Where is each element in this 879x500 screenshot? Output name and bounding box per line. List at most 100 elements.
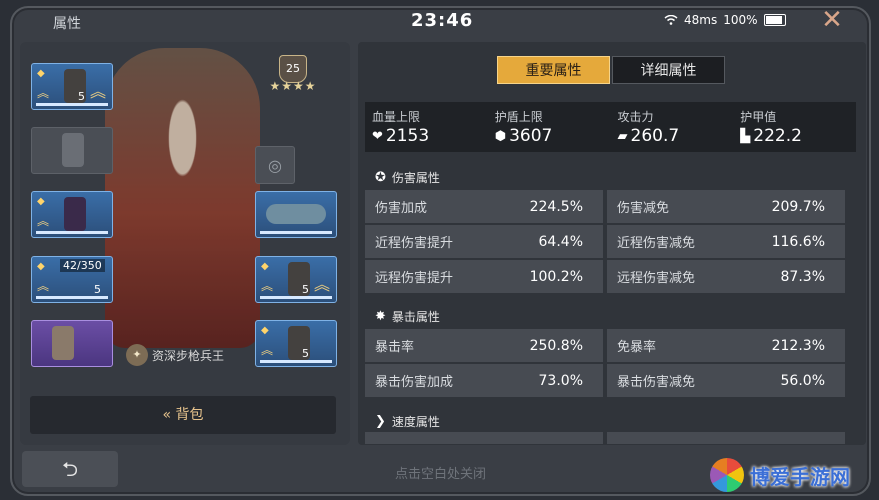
bag-button[interactable]: « 背包 — [30, 396, 336, 434]
stat-value: 73.0% — [538, 372, 583, 389]
gem-icon: ◆ — [261, 325, 269, 336]
stat-label: 血量上限 — [372, 110, 421, 124]
stat-label: 远程伤害提升 — [375, 271, 454, 286]
stat-value: 209.7% — [771, 198, 825, 215]
rank-icon: ✦ — [126, 344, 148, 366]
stat-row: 伤害加成 224.5% 伤害减免 209.7% — [365, 190, 845, 223]
stats-tabs: 重要属性 详细属性 — [497, 56, 725, 84]
equip-slot-weapon[interactable]: ◆ 42/350 ︽ 5 — [31, 256, 113, 303]
stat-value: 2153 — [385, 126, 430, 146]
stat-value: 116.6% — [771, 233, 825, 250]
slot-level: 5 — [302, 283, 309, 296]
close-hint: 点击空白处关闭 — [395, 467, 487, 482]
wifi-icon — [664, 15, 678, 25]
back-button[interactable]: ⮌ — [22, 451, 118, 487]
main-stats-bar: 血量上限 ❤ 2153 护盾上限 ⬢ 3607 攻击力 ▰ 260.7 护甲值 ▙ 22… — [365, 102, 856, 152]
slot-progress — [36, 231, 108, 234]
close-button[interactable]: ✕ — [816, 4, 848, 36]
level-badge: 25 ★★★★ — [265, 55, 321, 95]
stat-label: 近程伤害提升 — [375, 236, 454, 251]
stat-label: 免暴率 — [617, 340, 657, 355]
stat-cell: 近程伤害减免 116.6% — [607, 225, 845, 258]
stat-label: 护甲值 — [740, 110, 777, 124]
battery-icon — [763, 14, 786, 26]
stat-row: 暴击伤害加成 73.0% 暴击伤害减免 56.0% — [365, 364, 845, 397]
stat-label: 伤害加成 — [375, 201, 428, 216]
stat-cell: 暴击伤害减免 56.0% — [607, 364, 845, 397]
armor-icon — [64, 197, 86, 231]
crit-icon: ✸ — [375, 309, 386, 324]
stat-label: 伤害减免 — [617, 201, 670, 216]
status-area: 48ms 100% — [664, 13, 786, 27]
section-title: 速度属性 — [391, 415, 440, 429]
gear-item-icon — [52, 326, 74, 360]
upgrade-arrow-icon: ︽ — [89, 82, 106, 101]
slot-progress — [36, 103, 108, 106]
slot-level: 5 — [94, 283, 101, 296]
slot-progress — [260, 360, 332, 363]
stat-row: 暴击率 250.8% 免暴率 212.3% — [365, 329, 845, 362]
equip-slot-pet[interactable]: ◆ ︽ 5 ︽ — [255, 256, 337, 303]
upgrade-arrow-icon: ︽ — [261, 279, 274, 293]
rank-label: ✦ 资深步枪兵王 — [126, 344, 224, 366]
stat-label: 远程伤害减免 — [617, 271, 696, 286]
bracelet-icon — [266, 204, 326, 224]
stat-cell: 伤害加成 224.5% — [365, 190, 603, 223]
page-title: 属性 — [53, 16, 81, 32]
section-speed-header: ❯ 速度属性 — [375, 413, 440, 430]
armor-icon: ▙ — [740, 128, 751, 144]
top-bar: 属性 23:46 48ms 100% ✕ — [0, 0, 879, 40]
stat-cell: 远程伤害提升 100.2% — [365, 260, 603, 293]
stat-label: 暴击率 — [375, 340, 415, 355]
heart-icon: ❤ — [372, 128, 383, 144]
ping-text: 48ms — [684, 13, 718, 27]
star-rating: ★★★★ — [269, 79, 317, 93]
watermark: 博爱手游网 — [710, 458, 850, 492]
slot-progress — [260, 296, 332, 299]
stat-row: 远程伤害提升 100.2% 远程伤害减免 87.3% — [365, 260, 845, 293]
equip-slot-companion[interactable]: ◆ ︽ 5 — [255, 320, 337, 367]
chevron-right-icon: ❯ — [375, 414, 386, 429]
stat-label: 攻击力 — [617, 110, 654, 124]
back-arrow-icon: ⮌ — [61, 457, 79, 481]
stat-row: 近程伤害提升 64.4% 近程伤害减免 116.6% — [365, 225, 845, 258]
stat-label: 近程伤害减免 — [617, 236, 696, 251]
ring-slot-small[interactable]: ◎ — [255, 146, 295, 184]
battery-text: 100% — [723, 13, 758, 27]
equip-slot-helmet[interactable]: ◆ ︽ 5 ︽ — [31, 63, 113, 110]
stat-row-partial — [365, 432, 845, 444]
tab-important-stats[interactable]: 重要属性 — [497, 56, 610, 84]
backpack-icon — [62, 133, 84, 167]
equip-slot-backpack-empty[interactable] — [31, 127, 113, 174]
stat-value: 100.2% — [529, 268, 583, 285]
stat-label: 暴击伤害减免 — [617, 375, 696, 390]
stat-attack: 攻击力 ▰ 260.7 — [611, 102, 734, 152]
section-title: 伤害属性 — [391, 171, 440, 185]
shield-icon: ⬢ — [494, 128, 507, 144]
stat-label: 暴击伤害加成 — [375, 375, 454, 390]
slot-level: 5 — [302, 347, 309, 360]
stat-hp: 血量上限 ❤ 2153 — [365, 102, 488, 152]
durability-text: 42/350 — [60, 259, 105, 272]
rank-text: 资深步枪兵王 — [152, 348, 225, 363]
stat-value: 250.8% — [529, 337, 583, 354]
stat-armor: 护甲值 ▙ 222.2 — [733, 102, 856, 152]
stat-value: 222.2 — [753, 126, 802, 146]
stat-value: 260.7 — [630, 126, 680, 146]
ring-icon: ◎ — [268, 156, 282, 175]
watermark-text: 博爱手游网 — [750, 464, 850, 489]
equip-slot-ring[interactable] — [255, 191, 337, 238]
stat-value: 3607 — [509, 126, 553, 146]
slot-progress — [260, 231, 332, 234]
stat-cell: 近程伤害提升 64.4% — [365, 225, 603, 258]
section-crit-header: ✸ 暴击属性 — [375, 308, 440, 325]
gem-icon: ◆ — [37, 68, 45, 79]
gun-icon: ▰ — [617, 128, 628, 144]
equip-slot-accessory[interactable] — [31, 320, 113, 367]
upgrade-arrow-icon: ︽ — [37, 279, 50, 293]
upgrade-arrow-icon: ︽ — [37, 86, 50, 100]
equip-slot-armor[interactable]: ◆ ︽ — [31, 191, 113, 238]
tab-detailed-stats[interactable]: 详细属性 — [612, 56, 725, 84]
stat-label: 护盾上限 — [494, 110, 543, 124]
slot-level: 5 — [78, 90, 85, 103]
